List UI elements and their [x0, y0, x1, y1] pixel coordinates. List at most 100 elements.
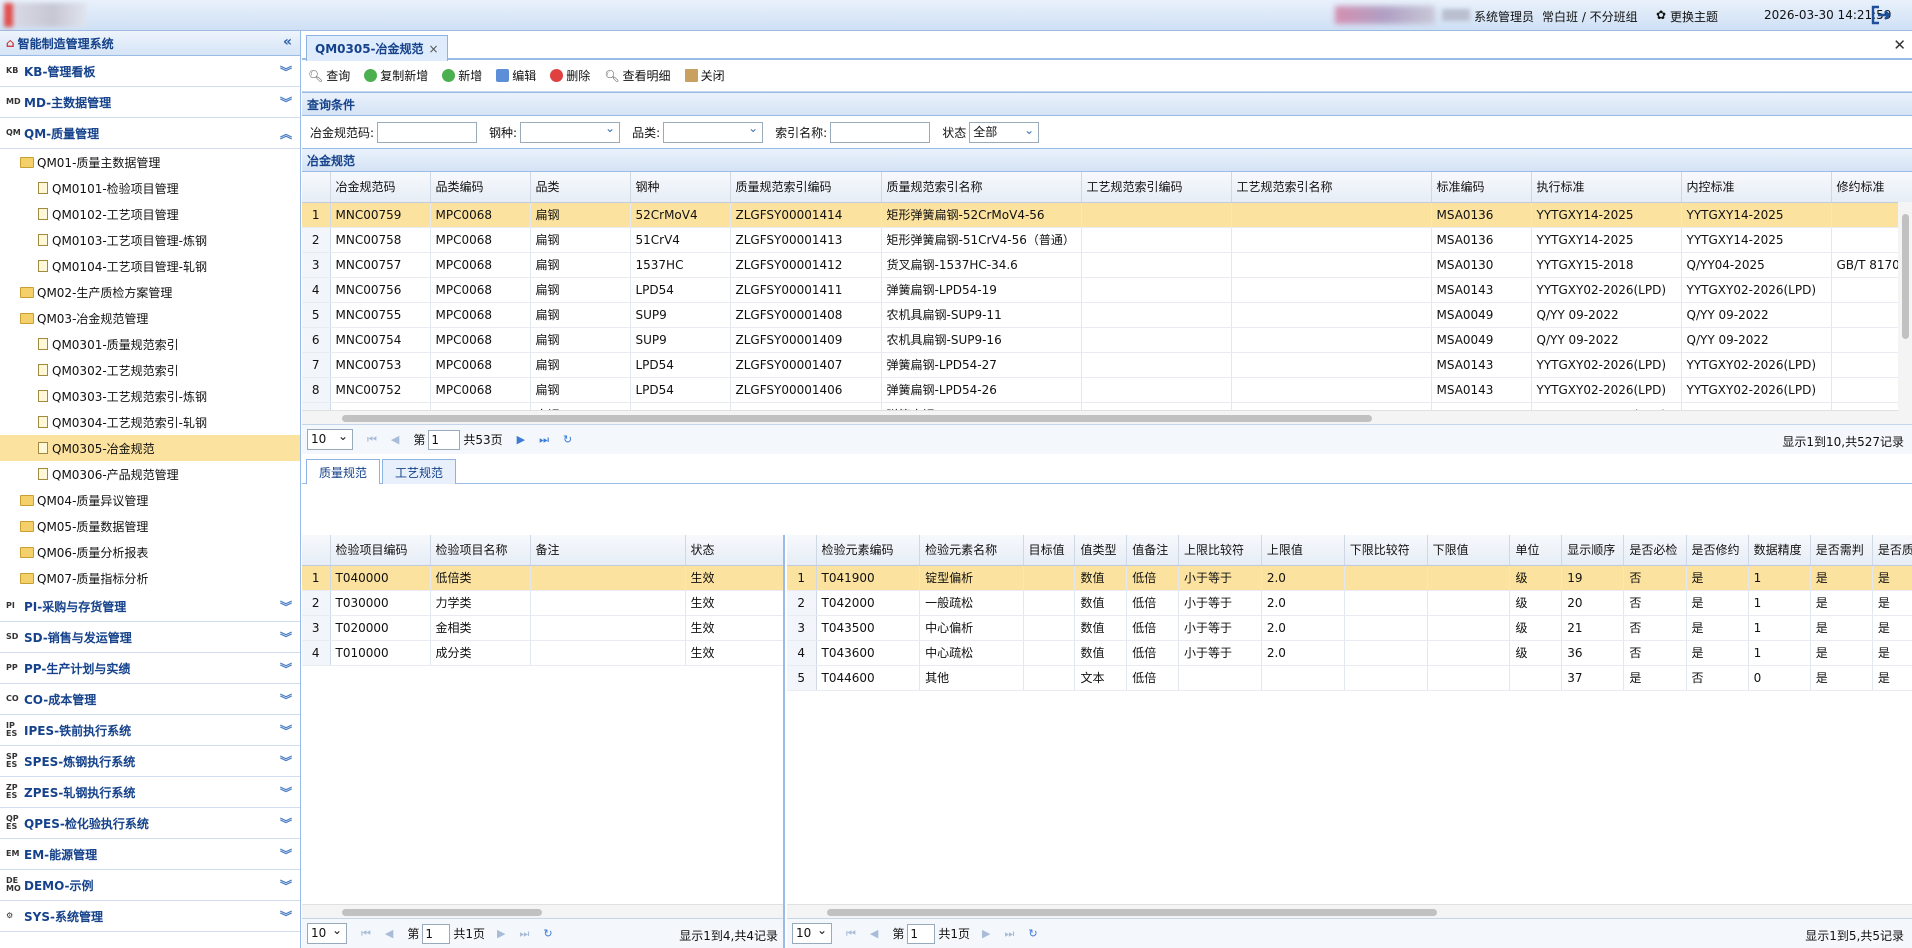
main-grid-column-header[interactable]: 质量规范索引名称: [881, 172, 1082, 203]
module-sys[interactable]: ⚙ SYS-系统管理 ︾: [0, 901, 300, 932]
right-grid-column-header[interactable]: 数据精度: [1748, 535, 1811, 566]
left-grid-column-header[interactable]: 状态: [685, 535, 783, 566]
tree-item-qm02[interactable]: QM02-生产质检方案管理: [0, 279, 300, 305]
chevron-down-icon[interactable]: ︾: [280, 784, 292, 801]
tree-item-qm0301[interactable]: QM0301-质量规范索引: [0, 331, 300, 357]
chevron-down-icon[interactable]: ︾: [280, 722, 292, 739]
right-grid-column-header[interactable]: 是否需判: [1810, 535, 1873, 566]
close-button[interactable]: 关闭: [684, 67, 725, 84]
chevron-up-icon[interactable]: ︽: [280, 125, 292, 142]
shift-label[interactable]: 常白班 / 不分班组: [1542, 8, 1638, 25]
next-page-icon[interactable]: ▶: [517, 433, 525, 446]
index-name-input[interactable]: [830, 121, 931, 143]
delete-button[interactable]: 删除: [550, 67, 590, 84]
tree-item-qm0303[interactable]: QM0303-工艺规范索引-炼钢: [0, 383, 300, 409]
chevron-down-icon[interactable]: ︾: [280, 815, 292, 832]
right-grid-row[interactable]: 2 T042000 一般疏松 数值 低倍 小于等于 2.0 级 20 否是 1 是是: [787, 590, 1912, 616]
add-button[interactable]: 新增: [442, 67, 482, 84]
left-prev-page-icon[interactable]: ◀: [385, 927, 393, 940]
tree-item-qm01[interactable]: QM01-质量主数据管理: [0, 149, 300, 175]
main-grid-column-header[interactable]: 执行标准: [1531, 172, 1682, 203]
close-tab-icon[interactable]: ×: [429, 42, 439, 56]
main-grid-column-header[interactable]: 标准编码: [1431, 172, 1532, 203]
query-button[interactable]: 🔍︎ 查询: [308, 67, 350, 84]
main-grid-column-header[interactable]: 工艺规范索引编码: [1081, 172, 1232, 203]
tree-item-qm0304[interactable]: QM0304-工艺规范索引-轧钢: [0, 409, 300, 435]
right-grid-row[interactable]: 4 T043600 中心疏松 数值 低倍 小于等于 2.0 级 36 否是 1 是是: [787, 640, 1912, 666]
left-grid-row[interactable]: 3 T020000 金相类 生效: [302, 615, 783, 641]
main-grid-column-header[interactable]: 内控标准: [1681, 172, 1832, 203]
chevron-down-icon[interactable]: ︾: [280, 846, 292, 863]
right-grid-column-header[interactable]: 是否质保书显示: [1872, 535, 1912, 566]
chevron-down-icon[interactable]: ︾: [280, 63, 292, 80]
left-grid-column-header[interactable]: 备注: [530, 535, 686, 566]
tab-process-spec[interactable]: 工艺规范: [382, 459, 457, 484]
tab-qm0305[interactable]: QM0305-冶金规范 ×: [306, 35, 448, 61]
tree-item-qm0103[interactable]: QM0103-工艺项目管理-炼钢: [0, 227, 300, 253]
prev-page-icon[interactable]: ◀: [391, 433, 399, 446]
main-grid-row[interactable]: 7 MNC00753 MPC0068 扁钢 LPD54 ZLGFSY00001407 弹簧扁…: [302, 352, 1912, 378]
code-input[interactable]: [377, 121, 478, 143]
main-grid-vscrollbar[interactable]: [1898, 202, 1912, 424]
main-grid-row[interactable]: 2 MNC00758 MPC0068 扁钢 51CrV4 ZLGFSY00001413 矩形…: [302, 227, 1912, 253]
right-page-number-input[interactable]: 1: [907, 923, 936, 944]
view-detail-button[interactable]: 🔍︎ 查看明细: [604, 67, 670, 84]
left-next-page-icon[interactable]: ▶: [497, 927, 505, 940]
chevron-down-icon[interactable]: ︾: [280, 691, 292, 708]
main-grid-column-header[interactable]: 冶金规范码: [330, 172, 431, 203]
right-grid-column-header[interactable]: 上限值: [1261, 535, 1345, 566]
tree-item-qm03[interactable]: QM03-冶金规范管理: [0, 305, 300, 331]
chevron-down-icon[interactable]: ︾: [280, 877, 292, 894]
left-page-number-input[interactable]: 1: [422, 923, 451, 944]
module-em[interactable]: EM EM-能源管理 ︾: [0, 839, 300, 870]
left-grid-hscrollbar[interactable]: [302, 904, 783, 918]
right-page-size-select[interactable]: 10: [792, 921, 832, 944]
module-ipes[interactable]: IP ES IPES-铁前执行系统 ︾: [0, 715, 300, 746]
main-grid-column-header[interactable]: 品类编码: [430, 172, 531, 203]
right-grid-row[interactable]: 1 T041900 锭型偏析 数值 低倍 小于等于 2.0 级 19 否是 1 是是: [787, 565, 1912, 591]
tree-item-qm0306[interactable]: QM0306-产品规范管理: [0, 461, 300, 487]
tree-item-qm0101[interactable]: QM0101-检验项目管理: [0, 175, 300, 201]
main-grid-row[interactable]: 8 MNC00752 MPC0068 扁钢 LPD54 ZLGFSY00001406 弹簧扁…: [302, 377, 1912, 403]
status-select[interactable]: 全部: [969, 121, 1040, 143]
page-number-input[interactable]: 1: [428, 429, 461, 450]
tree-item-qm0305[interactable]: QM0305-冶金规范: [0, 435, 300, 461]
copy-add-button[interactable]: 复制新增: [364, 67, 428, 84]
tab-quality-spec[interactable]: 质量规范: [306, 459, 381, 484]
left-grid-row[interactable]: 4 T010000 成分类 生效: [302, 640, 783, 666]
module-md[interactable]: MD MD-主数据管理 ︾: [0, 87, 300, 118]
module-kb[interactable]: KB KB-管理看板 ︾: [0, 56, 300, 87]
module-qpes[interactable]: QP ES QPES-检化验执行系统 ︾: [0, 808, 300, 839]
chevron-down-icon[interactable]: ︾: [280, 598, 292, 615]
close-icon[interactable]: ✕: [1893, 36, 1906, 54]
theme-icon[interactable]: ✿: [1656, 8, 1666, 22]
main-grid-row[interactable]: 1 MNC00759 MPC0068 扁钢 52CrMoV4 ZLGFSY00001414…: [302, 202, 1912, 228]
collapse-sidebar-icon[interactable]: «: [283, 34, 292, 50]
tree-item-qm0102[interactable]: QM0102-工艺项目管理: [0, 201, 300, 227]
right-next-page-icon[interactable]: ▶: [982, 927, 990, 940]
right-grid-column-header[interactable]: 是否修约: [1686, 535, 1749, 566]
right-grid-row[interactable]: 3 T043500 中心偏析 数值 低倍 小于等于 2.0 级 21 否是 1 是是: [787, 615, 1912, 641]
chevron-down-icon[interactable]: ︾: [280, 753, 292, 770]
left-refresh-icon[interactable]: ↻: [543, 927, 552, 940]
right-grid-column-header[interactable]: 值类型: [1074, 535, 1128, 566]
right-grid-column-header[interactable]: 单位: [1509, 535, 1563, 566]
main-grid-column-header[interactable]: 品类: [530, 172, 631, 203]
refresh-icon[interactable]: ↻: [563, 433, 572, 446]
left-grid-column-header[interactable]: 检验项目名称: [430, 535, 531, 566]
left-page-size-select[interactable]: 10: [307, 921, 347, 944]
tree-item-qm07[interactable]: QM07-质量指标分析: [0, 565, 300, 591]
left-grid-row[interactable]: 1 T040000 低倍类 生效: [302, 565, 783, 591]
chevron-down-icon[interactable]: ︾: [280, 94, 292, 111]
right-refresh-icon[interactable]: ↻: [1028, 927, 1037, 940]
tree-item-qm0302[interactable]: QM0302-工艺规范索引: [0, 357, 300, 383]
module-qm[interactable]: QM QM-质量管理 ︽: [0, 118, 300, 149]
page-size-select[interactable]: 10: [307, 427, 353, 450]
main-grid-row[interactable]: 3 MNC00757 MPC0068 扁钢 1537HC ZLGFSY00001412 货叉…: [302, 252, 1912, 278]
main-grid-row[interactable]: 5 MNC00755 MPC0068 扁钢 SUP9 ZLGFSY00001408 农机具扁…: [302, 302, 1912, 328]
main-grid-column-header[interactable]: 质量规范索引编码: [730, 172, 882, 203]
tree-item-qm0104[interactable]: QM0104-工艺项目管理-轧钢: [0, 253, 300, 279]
logout-icon[interactable]: [1870, 4, 1892, 26]
right-grid-column-header[interactable]: 显示顺序: [1561, 535, 1625, 566]
chevron-down-icon[interactable]: ︾: [280, 629, 292, 646]
